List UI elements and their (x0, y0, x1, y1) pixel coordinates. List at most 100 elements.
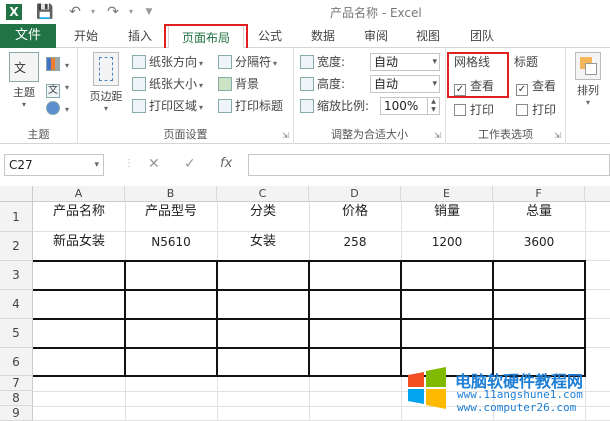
customize-qat-icon[interactable]: ▼ (140, 3, 158, 21)
cell-c2[interactable]: 女装 (217, 234, 309, 250)
theme-effects-button[interactable]: ▾ (46, 98, 69, 118)
theme-colors-button[interactable]: ▾ (46, 54, 69, 74)
scale-to-fit-group: 宽度: 自动 ▾ 高度: 自动 ▾ 缩放比例: 100% ▲ ▼ 调整为合适大小 … (294, 48, 446, 144)
chevron-down-icon: ▾ (432, 79, 437, 89)
cell-d1[interactable]: 价格 (309, 204, 401, 220)
width-icon (300, 55, 314, 69)
row-header-1[interactable]: 1 (0, 202, 33, 232)
print-area-button[interactable]: 打印区域 ▾ (132, 96, 203, 116)
cell-e1[interactable]: 销量 (401, 204, 493, 220)
chevron-down-icon: ▾ (94, 160, 99, 170)
column-header-c[interactable]: C (217, 186, 309, 202)
theme-fonts-button[interactable]: 文 ▾ (46, 76, 69, 98)
cell-a1[interactable]: 产品名称 (33, 204, 125, 220)
cell-f1[interactable]: 总量 (493, 204, 585, 220)
breaks-button[interactable]: 分隔符 ▾ (218, 52, 277, 72)
print-area-icon (132, 99, 146, 113)
column-header-g[interactable] (585, 186, 610, 202)
margins-icon (93, 52, 119, 86)
margins-button[interactable]: 页边距 ▾ (82, 52, 130, 113)
column-header-e[interactable]: E (401, 186, 493, 202)
zoom-input[interactable]: 100% ▲ ▼ (380, 97, 440, 115)
zoom-label-row: 缩放比例: (300, 96, 369, 116)
row-header-2[interactable]: 2 (0, 232, 33, 261)
tab-review[interactable]: 审阅 (356, 24, 396, 48)
zoom-icon (300, 99, 314, 113)
tab-view[interactable]: 视图 (408, 24, 448, 48)
cell-b1[interactable]: 产品型号 (125, 204, 217, 220)
page-setup-group: 页边距 ▾ 纸张方向 ▾ 纸张大小 ▾ 打印区域 ▾ 分隔符 ▾ 背景 打印标题 页面设… (78, 48, 294, 144)
themes-group-label: 主题 (27, 128, 50, 141)
cell-a2[interactable]: 新品女装 (33, 234, 125, 250)
cell-c1[interactable]: 分类 (217, 204, 309, 220)
scale-group-label: 调整为合适大小 (331, 128, 408, 141)
print-titles-label: 打印标题 (235, 99, 284, 113)
name-box[interactable]: C27 ▾ (4, 154, 104, 176)
tab-formulas[interactable]: 公式 (250, 24, 290, 48)
spin-button-icon[interactable]: ▲ ▼ (427, 98, 439, 114)
row-header-9[interactable]: 9 (0, 406, 33, 421)
print-titles-button[interactable]: 打印标题 (218, 96, 283, 116)
column-header-d[interactable]: D (309, 186, 401, 202)
row-header-7[interactable]: 7 (0, 376, 33, 391)
dialog-launcher-icon[interactable]: ⇲ (282, 132, 290, 140)
select-all-corner[interactable] (0, 186, 33, 202)
size-button[interactable]: 纸张大小 ▾ (132, 74, 203, 94)
row-header-4[interactable]: 4 (0, 290, 33, 319)
grip-icon: ⋮ (124, 158, 134, 169)
page-size-icon (132, 77, 146, 91)
undo-dropdown-icon[interactable]: ▾ (84, 3, 102, 21)
breaks-label: 分隔符 (235, 55, 272, 69)
redo-dropdown-icon[interactable]: ▾ (122, 3, 140, 21)
row-header-5[interactable]: 5 (0, 319, 33, 348)
gridlines-print-checkbox[interactable]: 打印 (454, 100, 494, 120)
background-button[interactable]: 背景 (218, 74, 259, 94)
dialog-launcher-icon[interactable]: ⇲ (434, 132, 442, 140)
orientation-button[interactable]: 纸张方向 ▾ (132, 52, 203, 72)
tab-team[interactable]: 团队 (462, 24, 502, 48)
height-label: 高度: (317, 77, 346, 91)
cell-d2[interactable]: 258 (309, 234, 401, 250)
column-header-b[interactable]: B (125, 186, 217, 202)
enter-icon[interactable]: ✓ (184, 156, 196, 172)
width-select[interactable]: 自动 ▾ (370, 53, 440, 71)
page-layout-tab-highlight (164, 24, 248, 50)
checkbox-empty-icon (454, 104, 466, 116)
width-label: 宽度: (317, 55, 346, 69)
chevron-down-icon: ▾ (199, 59, 204, 68)
print-area-label: 打印区域 (149, 99, 198, 113)
chevron-down-icon: ▾ (21, 100, 26, 109)
cancel-icon[interactable]: ✕ (148, 156, 160, 172)
arrange-button[interactable]: 排列 ▾ (572, 52, 604, 107)
insert-function-icon[interactable]: fx (220, 156, 232, 171)
tab-file[interactable]: 文件 (0, 24, 56, 48)
redo-icon[interactable]: ↷ (104, 3, 122, 21)
save-icon[interactable]: 💾 (36, 3, 54, 21)
print-titles-icon (218, 99, 232, 113)
dialog-launcher-icon[interactable]: ⇲ (554, 132, 562, 140)
page-orientation-icon (132, 55, 146, 69)
headings-print-checkbox[interactable]: 打印 (516, 100, 556, 120)
chevron-down-icon: ▾ (273, 59, 278, 68)
tab-insert[interactable]: 插入 (120, 24, 160, 48)
formula-input[interactable] (248, 154, 610, 176)
tab-home[interactable]: 开始 (66, 24, 106, 48)
column-header-f[interactable]: F (493, 186, 585, 202)
gridlines-print-label: 打印 (470, 103, 495, 117)
height-select[interactable]: 自动 ▾ (370, 75, 440, 93)
row-header-8[interactable]: 8 (0, 391, 33, 406)
tab-data[interactable]: 数据 (303, 24, 343, 48)
row-header-3[interactable]: 3 (0, 261, 33, 290)
row-header-6[interactable]: 6 (0, 348, 33, 376)
cell-f2[interactable]: 3600 (493, 234, 585, 250)
column-header-a[interactable]: A (33, 186, 125, 202)
cell-e2[interactable]: 1200 (401, 234, 493, 250)
headings-view-checkbox[interactable]: ✓ 查看 (516, 76, 556, 96)
undo-icon[interactable]: ↶ (66, 3, 84, 21)
themes-button[interactable]: 文 主题 ▾ (6, 52, 42, 109)
sheet-options-group-label: 工作表选项 (478, 128, 533, 141)
chevron-down-icon: ▾ (199, 81, 204, 90)
watermark-url-2: www.computer26.com (457, 401, 577, 414)
cell-b2[interactable]: N5610 (125, 234, 217, 250)
formula-bar: C27 ▾ ⋮ ✕ ✓ fx (0, 152, 610, 178)
